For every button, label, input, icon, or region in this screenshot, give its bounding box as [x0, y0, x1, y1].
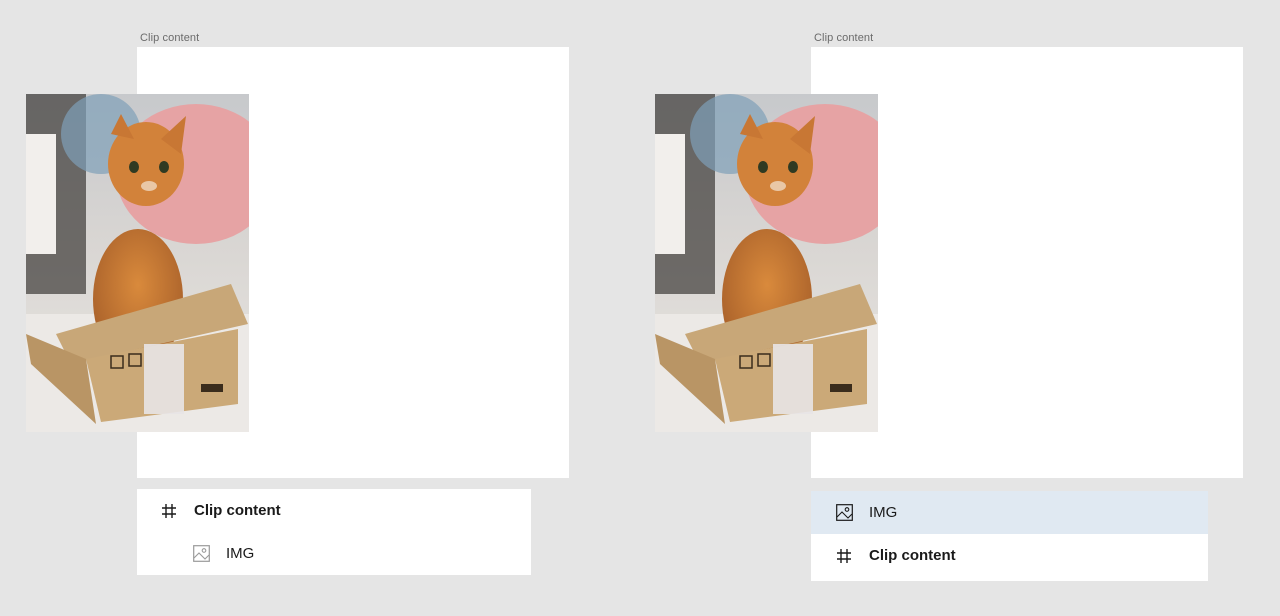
layer-row-clip-content[interactable]: Clip content: [811, 534, 1208, 577]
layer-label: IMG: [869, 504, 898, 521]
layer-row-img[interactable]: IMG: [811, 491, 1208, 534]
cat-in-box-illustration: [655, 94, 878, 432]
layer-label: Clip content: [869, 547, 956, 564]
cat-in-box-illustration: [26, 94, 249, 432]
layer-row-img[interactable]: IMG: [137, 532, 531, 575]
image-icon: [835, 504, 853, 522]
layer-row-clip-content[interactable]: Clip content: [137, 489, 531, 532]
layers-panel-right: IMG Clip content: [811, 491, 1208, 581]
layer-label: IMG: [226, 545, 255, 562]
frame-hash-icon: [835, 547, 853, 565]
cat-image-left[interactable]: [26, 94, 249, 432]
layer-label: Clip content: [194, 502, 281, 519]
image-icon: [192, 545, 210, 563]
cat-image-right[interactable]: [655, 94, 878, 432]
layers-panel-left: Clip content IMG: [137, 489, 531, 575]
frame-hash-icon: [160, 502, 178, 520]
frame-label-right: Clip content: [814, 32, 874, 44]
frame-label-left: Clip content: [140, 32, 200, 44]
